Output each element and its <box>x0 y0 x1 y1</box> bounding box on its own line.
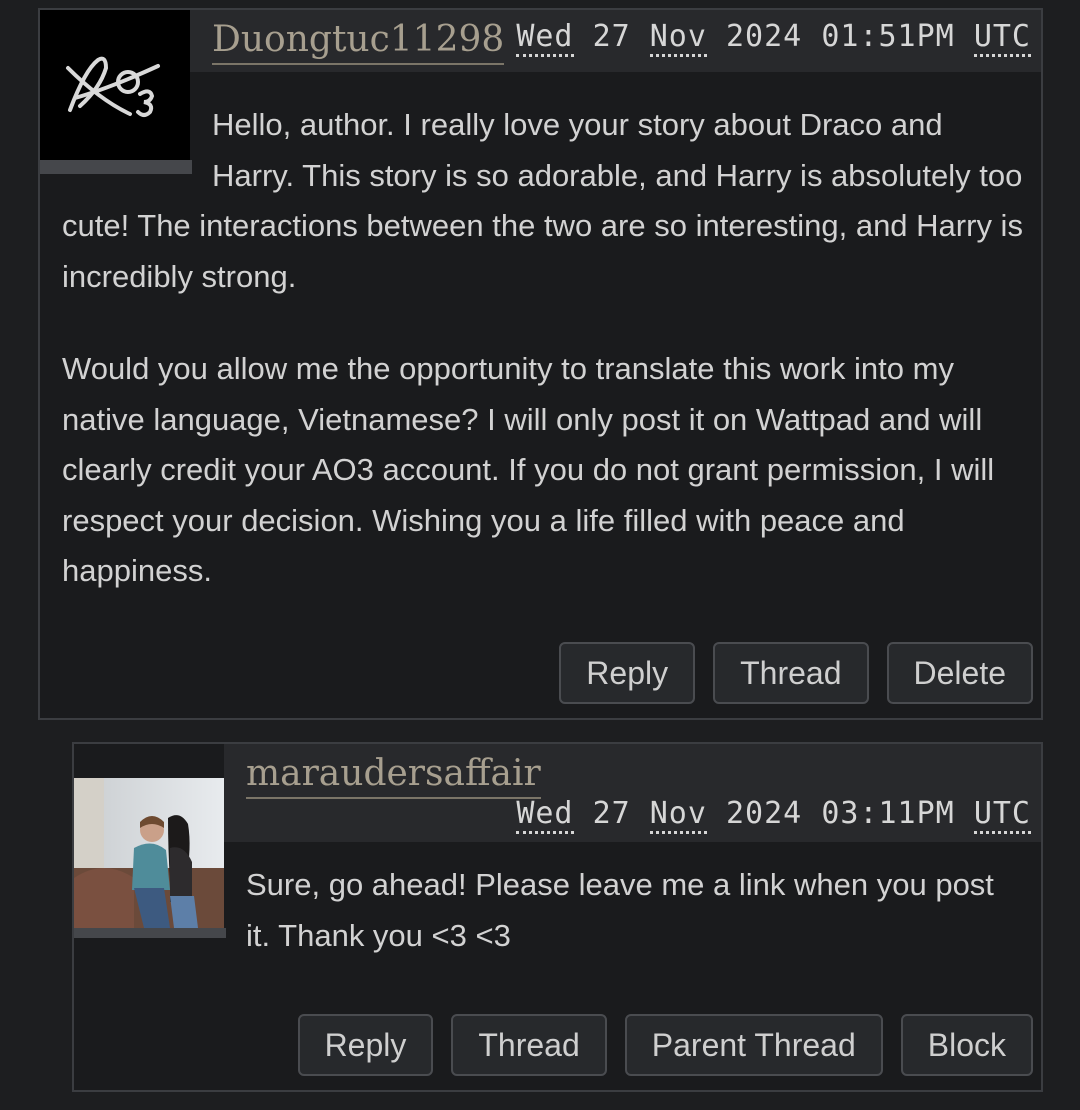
block-button[interactable]: Block <box>900 1014 1033 1076</box>
weekday: Wed <box>516 19 574 57</box>
comment-actions: Reply Thread Delete <box>559 642 1033 704</box>
comment: Duongtuc11298 Wed 27 Nov 2024 01:51PM UT… <box>38 8 1043 720</box>
comment-body: Sure, go ahead! Please leave me a link w… <box>246 860 1021 961</box>
avatar-footer <box>74 928 226 938</box>
comment-paragraph: Would you allow me the opportunity to tr… <box>62 351 995 588</box>
comment-reply: maraudersaffair Wed 27 Nov 2024 03:11PM … <box>72 742 1043 1092</box>
timezone: UTC <box>973 796 1031 834</box>
avatar[interactable] <box>74 778 226 938</box>
user-avatar-image <box>74 778 224 928</box>
comment-paragraph: Sure, go ahead! Please leave me a link w… <box>246 867 994 953</box>
year: 2024 <box>726 796 803 831</box>
month: Nov <box>649 19 707 57</box>
comment-datetime: Wed 27 Nov 2024 01:51PM UTC <box>516 19 1031 57</box>
thread-button[interactable]: Thread <box>713 642 869 704</box>
thread-button[interactable]: Thread <box>451 1014 607 1076</box>
reply-button[interactable]: Reply <box>297 1014 434 1076</box>
comment-body: Hello, author. I really love your story … <box>62 96 1025 639</box>
delete-button[interactable]: Delete <box>886 642 1033 704</box>
timezone: UTC <box>973 19 1031 57</box>
weekday: Wed <box>516 796 574 834</box>
comment-actions: Reply Thread Parent Thread Block <box>297 1014 1033 1076</box>
username-link[interactable]: Duongtuc11298 <box>212 18 505 65</box>
reply-button[interactable]: Reply <box>559 642 696 704</box>
time: 01:51PM <box>821 19 955 54</box>
day: 27 <box>592 796 631 831</box>
comment-datetime: Wed 27 Nov 2024 03:11PM UTC <box>516 796 1031 834</box>
parent-thread-button[interactable]: Parent Thread <box>624 1014 883 1076</box>
day: 27 <box>592 19 631 54</box>
time: 03:11PM <box>821 796 955 831</box>
year: 2024 <box>726 19 803 54</box>
username-link[interactable]: maraudersaffair <box>246 752 541 799</box>
month: Nov <box>649 796 707 834</box>
